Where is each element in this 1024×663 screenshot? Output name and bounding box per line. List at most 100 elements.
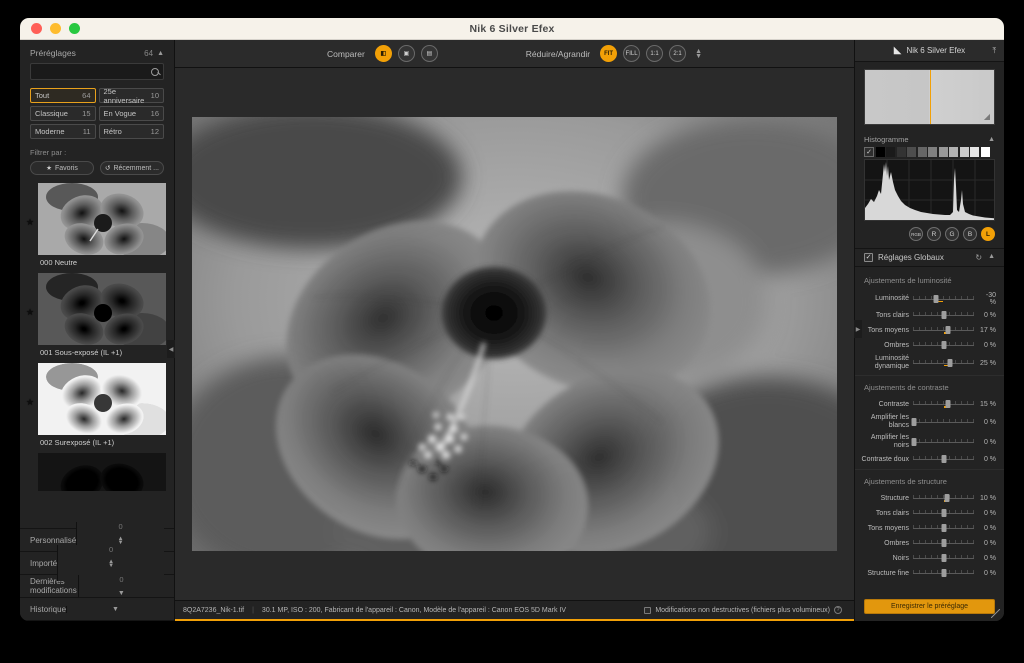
zone-swatch[interactable] xyxy=(949,147,958,157)
zone-swatch[interactable] xyxy=(907,147,916,157)
zone-system-checkbox[interactable]: ✓ xyxy=(864,147,874,157)
nondestructive-toggle[interactable]: Modifications non destructives (fichiers… xyxy=(644,606,842,614)
zone-swatch[interactable] xyxy=(928,147,937,157)
zone-swatch[interactable] xyxy=(886,147,895,157)
slider-track[interactable] xyxy=(911,417,974,428)
slider-amplifier-les-blancs[interactable]: Amplifier les blancs 0 % xyxy=(855,412,1004,432)
slider-knob[interactable] xyxy=(941,554,946,562)
list-item[interactable]: ★ xyxy=(20,363,174,447)
slider-track[interactable] xyxy=(913,294,974,305)
slider-track[interactable] xyxy=(913,508,974,519)
zone-swatch[interactable] xyxy=(917,147,927,157)
zone-swatch[interactable] xyxy=(938,147,948,157)
category-moderne[interactable]: Moderne 11 xyxy=(30,124,96,139)
slider-amplifier-les-noirs[interactable]: Amplifier les noirs 0 % xyxy=(855,432,1004,452)
slider-knob[interactable] xyxy=(941,341,946,349)
slider-tons-moyens-luminosite[interactable]: Tons moyens 17 % xyxy=(855,323,1004,338)
global-adjustments-checkbox[interactable]: ✓ xyxy=(864,253,873,262)
slider-knob[interactable] xyxy=(941,569,946,577)
channel-l-button[interactable]: L xyxy=(981,227,995,241)
left-panel-collapse-handle[interactable]: ◀ xyxy=(167,340,175,358)
global-adjustments-header[interactable]: ✓ Réglages Globaux ↻ ▲ xyxy=(855,248,1004,267)
channel-r-button[interactable]: R xyxy=(927,227,941,241)
slider-track[interactable] xyxy=(913,568,974,579)
slider-track[interactable] xyxy=(913,325,974,336)
save-preset-button[interactable]: Enregistrer le préréglage xyxy=(864,599,995,614)
compare-split-button[interactable]: ◧ xyxy=(374,45,392,62)
compare-updown-button[interactable]: ▤ xyxy=(420,45,438,62)
sidebar-item-dernieres-modifications[interactable]: Dernières modifications 0 ▼ xyxy=(20,575,174,598)
zoom-1-1-button[interactable]: 1:1 xyxy=(646,45,664,62)
slider-track[interactable] xyxy=(913,399,974,410)
slider-knob[interactable] xyxy=(933,294,939,303)
category-en-vogue[interactable]: En Vogue 16 xyxy=(98,106,164,121)
slider-structure-fine[interactable]: Structure fine 0 % xyxy=(855,566,1004,581)
chevron-up-icon[interactable]: ▲ xyxy=(988,253,995,262)
chevron-down-icon[interactable]: ▼ xyxy=(112,606,119,613)
list-item[interactable]: ★ xyxy=(20,183,174,267)
slider-track[interactable] xyxy=(913,358,974,369)
zone-swatch[interactable] xyxy=(980,147,990,157)
slider-knob[interactable] xyxy=(941,509,946,517)
right-panel-collapse-handle[interactable]: ▶ xyxy=(854,320,862,338)
preview-split-line[interactable] xyxy=(929,70,931,124)
slider-knob[interactable] xyxy=(941,311,946,319)
category-retro[interactable]: Rétro 12 xyxy=(98,124,164,139)
slider-luminosite[interactable]: Luminosité -30 % xyxy=(855,290,1004,308)
adjustments-list[interactable]: Ajustements de luminosité Luminosité -30… xyxy=(855,267,1004,593)
slider-track[interactable] xyxy=(913,340,974,351)
photo-canvas[interactable] xyxy=(192,117,837,551)
preset-thumbnail[interactable] xyxy=(38,183,166,255)
slider-track[interactable] xyxy=(913,523,974,534)
preview-resize-icon[interactable]: ◢ xyxy=(984,112,990,121)
category-25e-anniversaire[interactable]: 25e anniversaire 10 xyxy=(98,87,164,105)
preset-list[interactable]: ★ 000 Neutre ★ 001 Sous-exposé (IL +1) ★… xyxy=(20,183,174,528)
slider-noirs-structure[interactable]: Noirs 0 % xyxy=(855,551,1004,566)
channel-g-button[interactable]: G xyxy=(945,227,959,241)
slider-ombres-luminosite[interactable]: Ombres 0 % xyxy=(855,338,1004,353)
slider-knob[interactable] xyxy=(944,494,950,502)
stepper-icon[interactable]: ▲ ▼ xyxy=(108,559,114,569)
resize-grip[interactable] xyxy=(991,609,1000,618)
slider-contraste[interactable]: Contraste 15 % xyxy=(855,397,1004,412)
slider-knob[interactable] xyxy=(941,524,946,532)
slider-knob[interactable] xyxy=(941,455,946,463)
slider-luminosite-dynamique[interactable]: Luminosité dynamique 25 % xyxy=(855,353,1004,373)
filter-favoris-button[interactable]: ★ Favoris xyxy=(30,161,94,175)
sidebar-item-historique[interactable]: Historique ▼ xyxy=(20,598,174,621)
preset-thumbnail[interactable] xyxy=(38,363,166,435)
slider-tons-clairs-structure[interactable]: Tons clairs 0 % xyxy=(855,506,1004,521)
slider-knob[interactable] xyxy=(911,417,917,426)
expand-icon[interactable]: ⤒ xyxy=(992,46,996,56)
slider-knob[interactable] xyxy=(945,400,951,408)
zone-swatch[interactable] xyxy=(970,147,979,157)
category-classique[interactable]: Classique 15 xyxy=(30,106,96,121)
slider-track[interactable] xyxy=(911,437,974,448)
zoom-fit-button[interactable]: FIT xyxy=(600,45,618,62)
before-after-preview[interactable]: ◢ xyxy=(864,69,995,125)
slider-contraste-doux[interactable]: Contraste doux 0 % xyxy=(855,452,1004,467)
zoom-stepper-icon[interactable]: ▲ ▼ xyxy=(695,48,702,60)
slider-track[interactable] xyxy=(913,538,974,549)
slider-track[interactable] xyxy=(913,553,974,564)
slider-track[interactable] xyxy=(913,310,974,321)
sidebar-item-importe[interactable]: Importé 0 ▲▼ ▼ xyxy=(20,545,174,581)
compare-sidebyside-button[interactable]: ▣ xyxy=(397,45,415,62)
favorite-star-icon[interactable]: ★ xyxy=(26,307,34,318)
slider-tons-moyens-structure[interactable]: Tons moyens 0 % xyxy=(855,521,1004,536)
zone-swatch[interactable] xyxy=(896,147,906,157)
chevron-up-icon[interactable]: ▲ xyxy=(157,50,164,57)
channel-rgb-button[interactable]: RGB xyxy=(909,227,923,241)
favorite-star-icon[interactable]: ★ xyxy=(26,397,34,408)
slider-structure[interactable]: Structure 10 % xyxy=(855,491,1004,506)
zoom-fill-button[interactable]: FILL xyxy=(623,45,641,62)
zoom-2-1-button[interactable]: 2:1 xyxy=(669,45,687,62)
chevron-down-icon[interactable]: ▼ xyxy=(118,590,125,597)
category-tout[interactable]: Tout 64 xyxy=(30,88,96,103)
image-viewer[interactable] xyxy=(175,68,854,600)
nondestructive-checkbox[interactable] xyxy=(644,606,652,614)
slider-tons-clairs-luminosite[interactable]: Tons clairs 0 % xyxy=(855,308,1004,323)
reset-icon[interactable]: ↻ xyxy=(975,253,982,262)
zone-swatch[interactable] xyxy=(959,147,969,157)
preset-search[interactable] xyxy=(30,63,164,80)
